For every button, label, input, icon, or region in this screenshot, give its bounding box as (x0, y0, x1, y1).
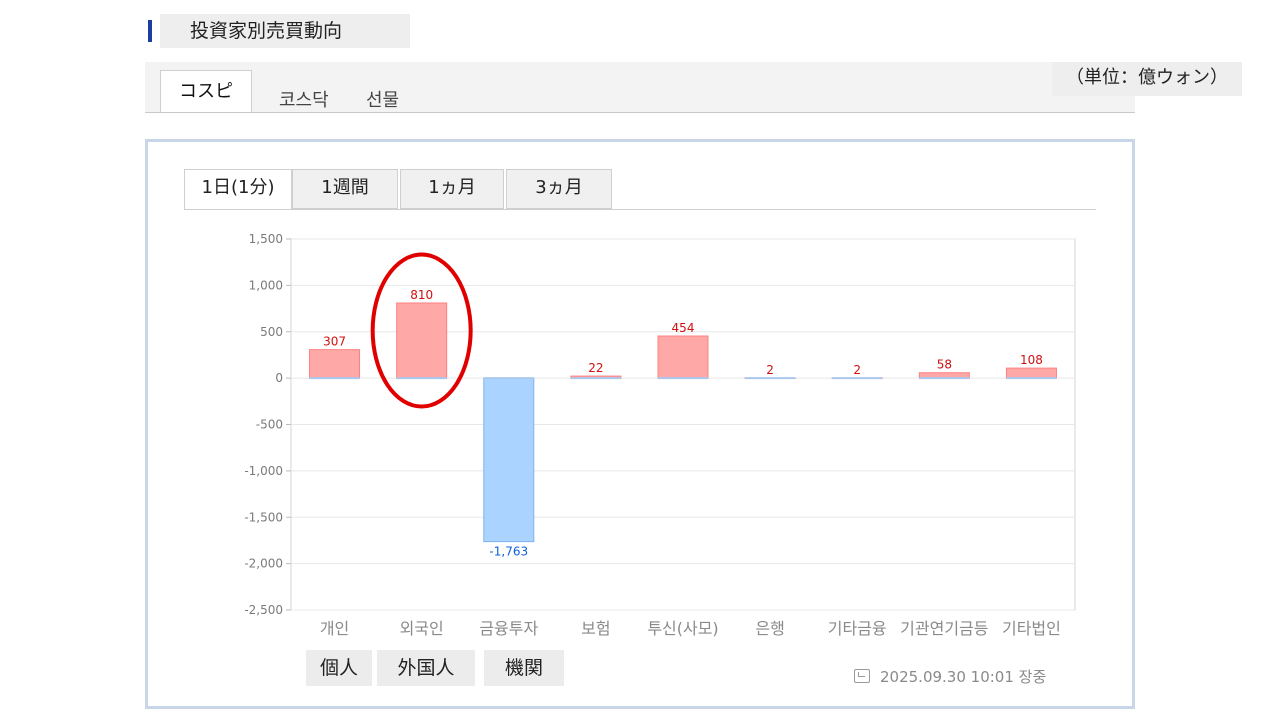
category-label: 은행 (755, 619, 784, 638)
bar-8 (1005, 367, 1057, 379)
data-label: 22 (588, 361, 603, 375)
y-tick-label: 0 (275, 371, 283, 385)
tab-kospi[interactable]: コスピ (160, 70, 252, 112)
category-label: 기관연기금등 (900, 619, 988, 638)
y-tick-label: -500 (256, 418, 283, 432)
group-tag-foreign: 外国人 (377, 650, 475, 686)
y-tick-label: -2,500 (244, 603, 283, 617)
bar-4 (657, 335, 709, 379)
y-tick-label: 1,000 (249, 278, 283, 292)
y-tick-label: -1,500 (244, 510, 283, 524)
category-label: 투신(사모) (647, 619, 718, 638)
update-timestamp: 2025.09.30 10:01 장중 (854, 666, 1046, 687)
investor-bar-chart: 1,500 1,000 500 0 -500 -1,000 -1,500 -2,000 -2,5… (244, 232, 1076, 638)
data-label: 2 (853, 363, 861, 377)
tab-kosdaq[interactable]: 코스닥 (279, 86, 329, 112)
timestamp-text: 2025.09.30 10:01 장중 (880, 668, 1047, 686)
market-tab-bar: コスピ 코스닥 선물 (145, 62, 1135, 113)
y-tick-label: -2,000 (244, 557, 283, 571)
y-tick-label: 500 (260, 325, 283, 339)
data-label: 810 (410, 288, 433, 302)
category-label: 외국인 (400, 619, 444, 638)
category-label: 개인 (320, 619, 349, 638)
group-tag-institution: 機関 (484, 650, 564, 686)
title-accent-bar (148, 20, 152, 42)
chart-panel: 1日(1分) 1週間 1ヵ月 3ヵ月 1,500 1,000 500 0 -500 -1,… (145, 139, 1135, 709)
page-title: 投資家別売買動向 (160, 14, 410, 48)
category-label: 금융투자 (479, 619, 538, 638)
category-label: 기타법인 (1002, 619, 1061, 638)
tab-futures[interactable]: 선물 (366, 86, 399, 112)
bar-1 (396, 302, 448, 379)
data-label: 307 (323, 335, 346, 349)
y-tick-label: 1,500 (249, 232, 283, 246)
data-label: -1,763 (489, 545, 528, 559)
bar-0 (309, 349, 361, 379)
y-tick-label: -1,000 (244, 464, 283, 478)
group-tag-individual: 個人 (306, 650, 372, 686)
unit-label: （単位：億ウォン） (1052, 62, 1242, 96)
data-label: 108 (1020, 353, 1043, 367)
category-label: 기타금융 (828, 619, 887, 638)
category-label: 보험 (581, 619, 610, 638)
data-label: 454 (672, 321, 695, 335)
bar-2 (483, 377, 535, 543)
data-label: 58 (937, 358, 952, 372)
data-label: 2 (766, 363, 774, 377)
clock-icon (854, 669, 870, 683)
